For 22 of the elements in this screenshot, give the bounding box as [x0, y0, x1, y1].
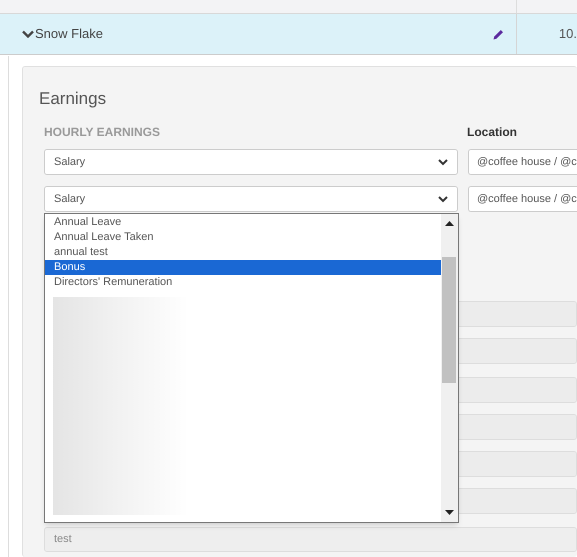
earning-select[interactable]: Salary — [44, 149, 458, 175]
column-header: Location — [467, 124, 517, 141]
location-field[interactable]: @coffee house / @c — [468, 186, 577, 212]
location-field[interactable]: @coffee house / @c — [468, 149, 577, 175]
dropdown-option[interactable]: Directors' Remuneration — [45, 275, 442, 290]
chevron-down-icon — [438, 158, 448, 166]
column-header: HOURLY EARNINGS — [44, 124, 160, 141]
pencil-icon[interactable] — [493, 28, 504, 40]
scrollbar[interactable] — [441, 214, 458, 522]
dropdown-option[interactable]: annual test — [45, 245, 442, 260]
dropdown-option[interactable]: Bonus — [45, 260, 442, 275]
section-title: Earnings — [39, 88, 106, 110]
scrollbar-thumb[interactable] — [442, 257, 456, 383]
employee-name: Snow Flake — [35, 25, 103, 44]
dropdown-option[interactable]: Annual Leave Taken — [45, 230, 442, 245]
scroll-up-icon[interactable] — [445, 221, 454, 226]
chevron-icon[interactable] — [22, 30, 34, 38]
scroll-down-icon[interactable] — [445, 510, 454, 515]
dropdown-option[interactable]: Annual Leave — [45, 215, 442, 230]
amount-text: 10. — [558, 25, 577, 44]
earning-select[interactable]: Salary — [44, 186, 458, 212]
chevron-down-icon — [438, 196, 448, 202]
